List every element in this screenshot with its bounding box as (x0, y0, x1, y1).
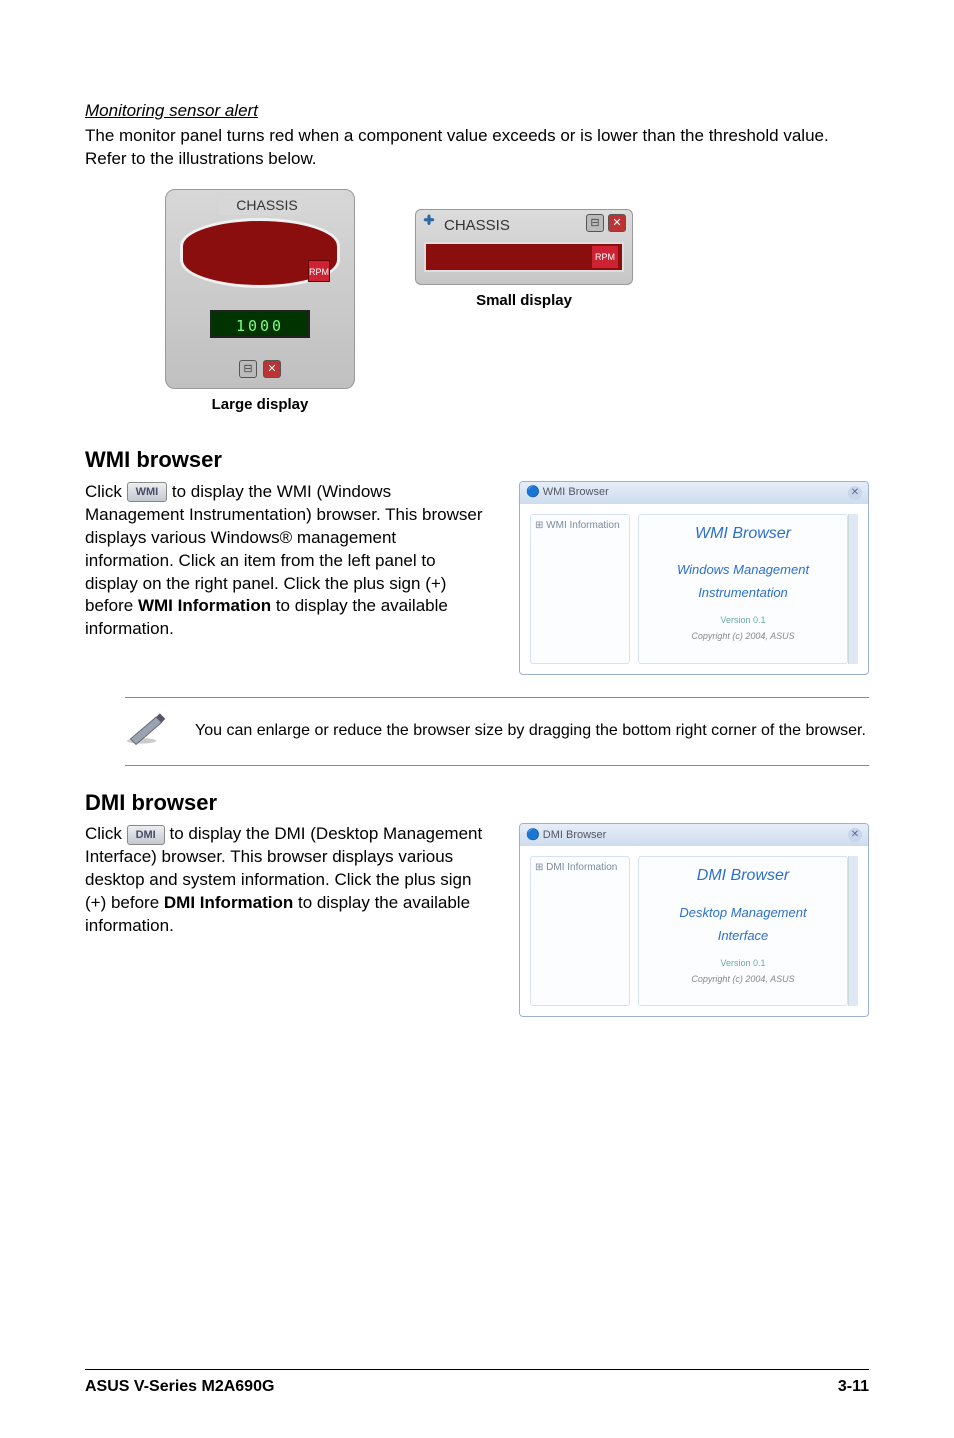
page-footer: ASUS V-Series M2A690G 3-11 (85, 1369, 869, 1398)
wmi-panel-version: Version 0.1 (645, 614, 841, 626)
dmi-panel-copyright: Copyright (c) 2004, ASUS (645, 973, 841, 985)
small-display-caption: Small display (415, 291, 633, 311)
monitoring-paragraph: The monitor panel turns red when a compo… (85, 125, 869, 171)
wmi-browser-window: 🔵 WMI Browser ✕ ⊞ WMI Information WMI Br… (519, 481, 869, 675)
dmi-info-panel: DMI Browser Desktop Management Interface… (638, 856, 848, 1006)
expand-icon[interactable]: ⊟ (586, 214, 604, 232)
dmi-panel-sub2: Interface (718, 928, 769, 943)
close-icon[interactable]: ✕ (608, 214, 626, 232)
wmi-panel-copyright: Copyright (c) 2004, ASUS (645, 630, 841, 642)
close-icon[interactable]: ✕ (848, 828, 862, 842)
display-examples-row: CHASSIS RPM 1000 ⊟ ✕ Large display CHASS… (85, 189, 869, 415)
close-icon[interactable]: ✕ (848, 486, 862, 500)
wmi-text-1: Click (85, 482, 127, 501)
collapse-icon[interactable]: ⊟ (239, 360, 257, 378)
wmi-panel-sub2: Instrumentation (698, 585, 788, 600)
large-display-col: CHASSIS RPM 1000 ⊟ ✕ Large display (165, 189, 355, 415)
dmi-text: Click DMI to display the DMI (Desktop Ma… (85, 823, 489, 938)
dmi-information-term: DMI Information (164, 893, 293, 912)
dmi-panel-title: DMI Browser (645, 865, 841, 887)
dmi-heading: DMI browser (85, 788, 869, 818)
dmi-text-1: Click (85, 824, 127, 843)
dmi-tree-panel[interactable]: ⊞ DMI Information (530, 856, 630, 1006)
chassis-large-title: CHASSIS (218, 196, 301, 215)
dmi-window-titlebar: 🔵 DMI Browser ✕ (520, 824, 868, 846)
chassis-small-panel: CHASSIS ⊟ ✕ RPM (415, 209, 633, 285)
dmi-button[interactable]: DMI (127, 825, 165, 845)
scrollbar[interactable] (848, 856, 858, 1006)
dmi-panel-sub1: Desktop Management (679, 905, 806, 920)
registered-mark: ® (280, 528, 293, 547)
footer-page-number: 3-11 (838, 1376, 869, 1398)
wmi-panel-title: WMI Browser (645, 523, 841, 545)
wmi-panel-sub1: Windows Management (677, 562, 809, 577)
pencil-icon (125, 708, 169, 755)
close-icon[interactable]: ✕ (263, 360, 281, 378)
rpm-badge-small: RPM (592, 246, 618, 268)
chassis-large-panel: CHASSIS RPM 1000 ⊟ ✕ (165, 189, 355, 389)
chassis-small-title: CHASSIS (426, 216, 510, 236)
rpm-badge: RPM (308, 260, 330, 282)
wmi-window-title: 🔵 WMI Browser (526, 485, 609, 500)
wmi-heading: WMI browser (85, 445, 869, 475)
note-block: You can enlarge or reduce the browser si… (125, 697, 869, 766)
footer-left: ASUS V-Series M2A690G (85, 1376, 274, 1398)
subheading-monitoring: Monitoring sensor alert (85, 100, 869, 123)
dmi-panel-version: Version 0.1 (645, 957, 841, 969)
rpm-bar: RPM (424, 242, 624, 272)
dmi-tree-root[interactable]: DMI Information (546, 862, 617, 873)
wmi-tree-panel[interactable]: ⊞ WMI Information (530, 514, 630, 664)
wmi-text: Click WMI to display the WMI (Windows Ma… (85, 481, 489, 642)
dmi-browser-window: 🔵 DMI Browser ✕ ⊞ DMI Information DMI Br… (519, 823, 869, 1017)
note-text: You can enlarge or reduce the browser si… (195, 720, 866, 742)
wmi-information-term: WMI Information (138, 596, 271, 615)
wmi-window-titlebar: 🔵 WMI Browser ✕ (520, 482, 868, 504)
rpm-digits: 1000 (210, 310, 310, 338)
dmi-window-title: 🔵 DMI Browser (526, 828, 606, 843)
wmi-button[interactable]: WMI (127, 482, 168, 502)
small-display-col: CHASSIS ⊟ ✕ RPM Small display (415, 209, 633, 311)
wmi-info-panel: WMI Browser Windows Management Instrumen… (638, 514, 848, 664)
scrollbar[interactable] (848, 514, 858, 664)
large-display-caption: Large display (165, 395, 355, 415)
wmi-tree-root[interactable]: WMI Information (546, 520, 619, 531)
